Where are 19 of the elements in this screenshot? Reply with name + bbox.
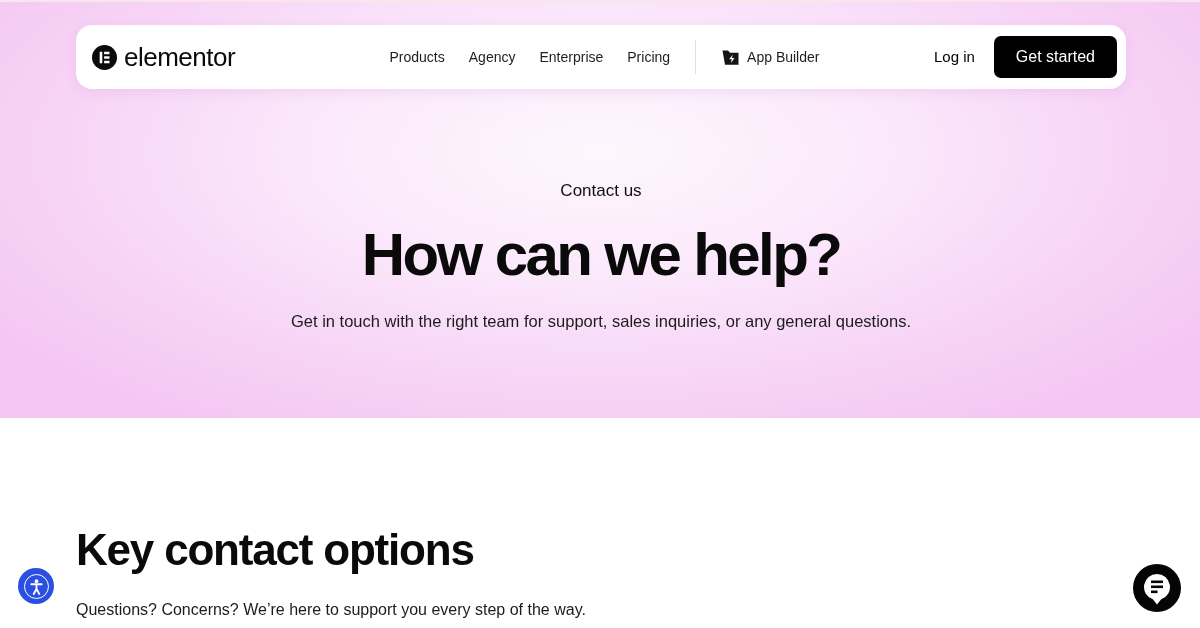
accessibility-button[interactable] <box>18 568 54 604</box>
app-builder-link[interactable]: App Builder <box>722 47 820 67</box>
section-heading: Key contact options <box>76 524 475 576</box>
logo-icon <box>92 44 117 70</box>
chat-button[interactable] <box>1133 564 1181 612</box>
nav-link[interactable]: Pricing <box>627 47 671 67</box>
nav-link[interactable]: Enterprise <box>539 47 604 67</box>
nav-link[interactable]: Products <box>389 47 445 67</box>
speech-bubble-icon <box>1144 574 1170 605</box>
page-subtitle: Get in touch with the right team for support, sales inquiries, or any general questions. <box>291 311 911 332</box>
logo-text: elementor <box>124 42 236 72</box>
lightning-tile-icon <box>722 49 740 65</box>
section-label: Contact us <box>560 180 642 202</box>
login-link[interactable]: Log in <box>933 47 975 67</box>
page-heading: How can we help? <box>361 220 841 290</box>
nav-link[interactable]: Agency <box>468 47 516 67</box>
section-description: Questions? Concerns? We’re here to support you every step of the way. <box>76 600 587 620</box>
get-started-button[interactable]: Get started <box>993 36 1117 78</box>
accessibility-icon <box>23 573 49 599</box>
